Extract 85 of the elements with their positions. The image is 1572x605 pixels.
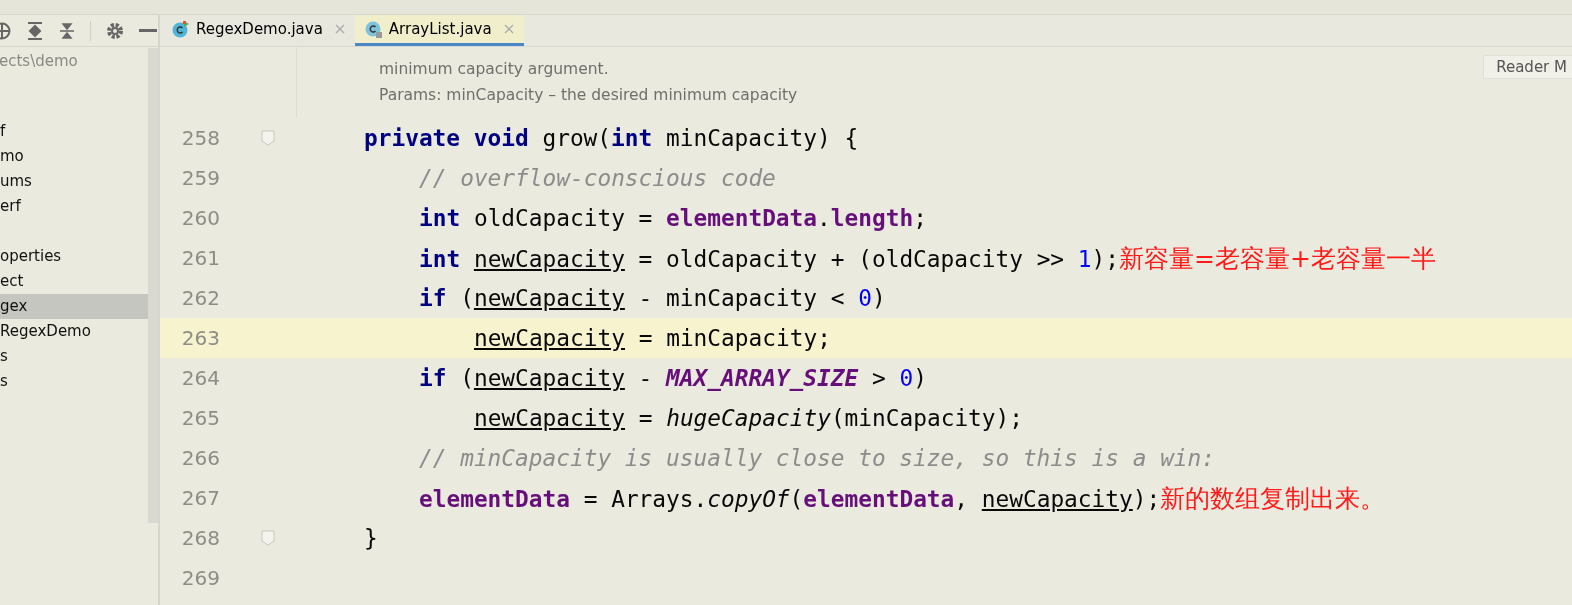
editor-tab[interactable]: RegexDemo.java bbox=[172, 15, 355, 46]
code-text: - minCapacity < bbox=[637, 285, 846, 311]
tree-item[interactable]: ect bbox=[0, 269, 148, 294]
code-text: > bbox=[870, 365, 887, 391]
code-keyword: if bbox=[419, 285, 447, 311]
code-number: 0 bbox=[899, 365, 914, 391]
code-text: ) bbox=[871, 285, 886, 311]
code-keyword: int bbox=[611, 125, 653, 151]
scrollbar[interactable] bbox=[148, 48, 158, 523]
code-keyword: if bbox=[419, 365, 447, 391]
code-text: ); bbox=[1091, 245, 1119, 272]
code-text: ( bbox=[459, 365, 474, 391]
editor-tab[interactable]: ArrayList.java bbox=[354, 15, 524, 46]
code-number: 1 bbox=[1077, 245, 1092, 272]
code-field: length bbox=[830, 205, 914, 231]
code-text: ; bbox=[913, 205, 927, 231]
tree-item[interactable]: erf bbox=[0, 194, 148, 219]
tree-item[interactable]: s bbox=[0, 369, 148, 394]
code-text: } bbox=[364, 525, 378, 551]
code-field: elementData bbox=[419, 485, 570, 512]
code-field: elementData bbox=[803, 485, 955, 512]
fold-marker-icon[interactable] bbox=[261, 530, 275, 546]
line-number: 261 bbox=[180, 246, 220, 270]
code-method: copyOf bbox=[707, 485, 790, 512]
code-text: ( bbox=[789, 485, 804, 512]
code-variable: newCapacity bbox=[473, 365, 625, 391]
code-text: , bbox=[954, 485, 970, 512]
code-variable: newCapacity bbox=[474, 325, 625, 351]
line-number: 264 bbox=[180, 366, 220, 390]
code-field: elementData bbox=[666, 205, 818, 231]
code-text: ); bbox=[1132, 485, 1161, 512]
code-keyword: private void bbox=[364, 125, 529, 151]
code-method: hugeCapacity bbox=[666, 405, 831, 431]
code-text: ( bbox=[459, 285, 474, 311]
code-text: grow( bbox=[541, 125, 612, 151]
code-text: - bbox=[637, 365, 654, 391]
annotation-note: 新的数组复制出来。 bbox=[1160, 483, 1386, 513]
line-number: 260 bbox=[180, 206, 220, 230]
code-keyword: int bbox=[419, 205, 461, 231]
line-number: 269 bbox=[180, 566, 220, 590]
code-text: (minCapacity); bbox=[830, 405, 1024, 431]
code-text: = minCapacity; bbox=[637, 325, 831, 351]
tree-item[interactable]: mo bbox=[0, 144, 148, 169]
code-text: = bbox=[637, 405, 654, 431]
code-keyword: int bbox=[419, 245, 462, 272]
tree-item[interactable]: operties bbox=[0, 244, 148, 269]
code-comment: // minCapacity is usually close to size, so this is a win: bbox=[419, 445, 1216, 471]
annotation-note: 新容量=老容量+老容量一半 bbox=[1119, 243, 1436, 273]
code-text: = Arrays. bbox=[582, 485, 708, 512]
code-text: ) bbox=[913, 365, 927, 391]
code-variable: newCapacity bbox=[981, 485, 1133, 512]
code-constant: MAX_ARRAY_SIZE bbox=[666, 365, 859, 391]
tree-item[interactable]: f bbox=[0, 119, 148, 144]
code-variable: newCapacity bbox=[473, 285, 625, 311]
tree-item[interactable]: RegexDemo bbox=[0, 319, 148, 344]
code-comment: // overflow-conscious code bbox=[419, 165, 776, 191]
tree-item[interactable]: ums bbox=[0, 169, 148, 194]
class-run-icon bbox=[172, 20, 190, 38]
expand-all-icon[interactable] bbox=[26, 20, 44, 41]
line-number: 258 bbox=[180, 126, 220, 150]
line-number: 268 bbox=[180, 526, 220, 550]
code-variable: newCapacity bbox=[473, 245, 625, 272]
code-text: . bbox=[817, 205, 831, 231]
code-text: minCapacity) { bbox=[664, 125, 859, 151]
doc-text: Params: minCapacity – the desired minimum capacity bbox=[379, 85, 798, 106]
project-path: ects\demo bbox=[0, 51, 79, 72]
line-number: 267 bbox=[180, 486, 220, 510]
line-number: 262 bbox=[180, 286, 220, 310]
line-number: 259 bbox=[180, 166, 220, 190]
reader-mode-button[interactable]: Reader M bbox=[1483, 55, 1572, 79]
code-text: = oldCapacity + (oldCapacity >> bbox=[637, 245, 1066, 272]
code-text: oldCapacity = bbox=[472, 205, 654, 231]
collapse-all-icon[interactable] bbox=[58, 20, 76, 41]
doc-text: minimum capacity argument. bbox=[379, 59, 609, 80]
line-number: 263 bbox=[180, 326, 220, 350]
minimize-icon[interactable] bbox=[139, 28, 157, 33]
class-locked-icon bbox=[364, 20, 383, 38]
settings-icon[interactable] bbox=[105, 20, 125, 41]
tree-item[interactable]: s bbox=[0, 344, 148, 369]
line-number: 266 bbox=[180, 446, 220, 470]
code-variable: newCapacity bbox=[474, 405, 625, 431]
line-number: 265 bbox=[180, 406, 220, 430]
code-number: 0 bbox=[858, 285, 872, 311]
tree-item[interactable]: gex bbox=[0, 294, 148, 319]
fold-marker-icon[interactable] bbox=[261, 130, 275, 146]
